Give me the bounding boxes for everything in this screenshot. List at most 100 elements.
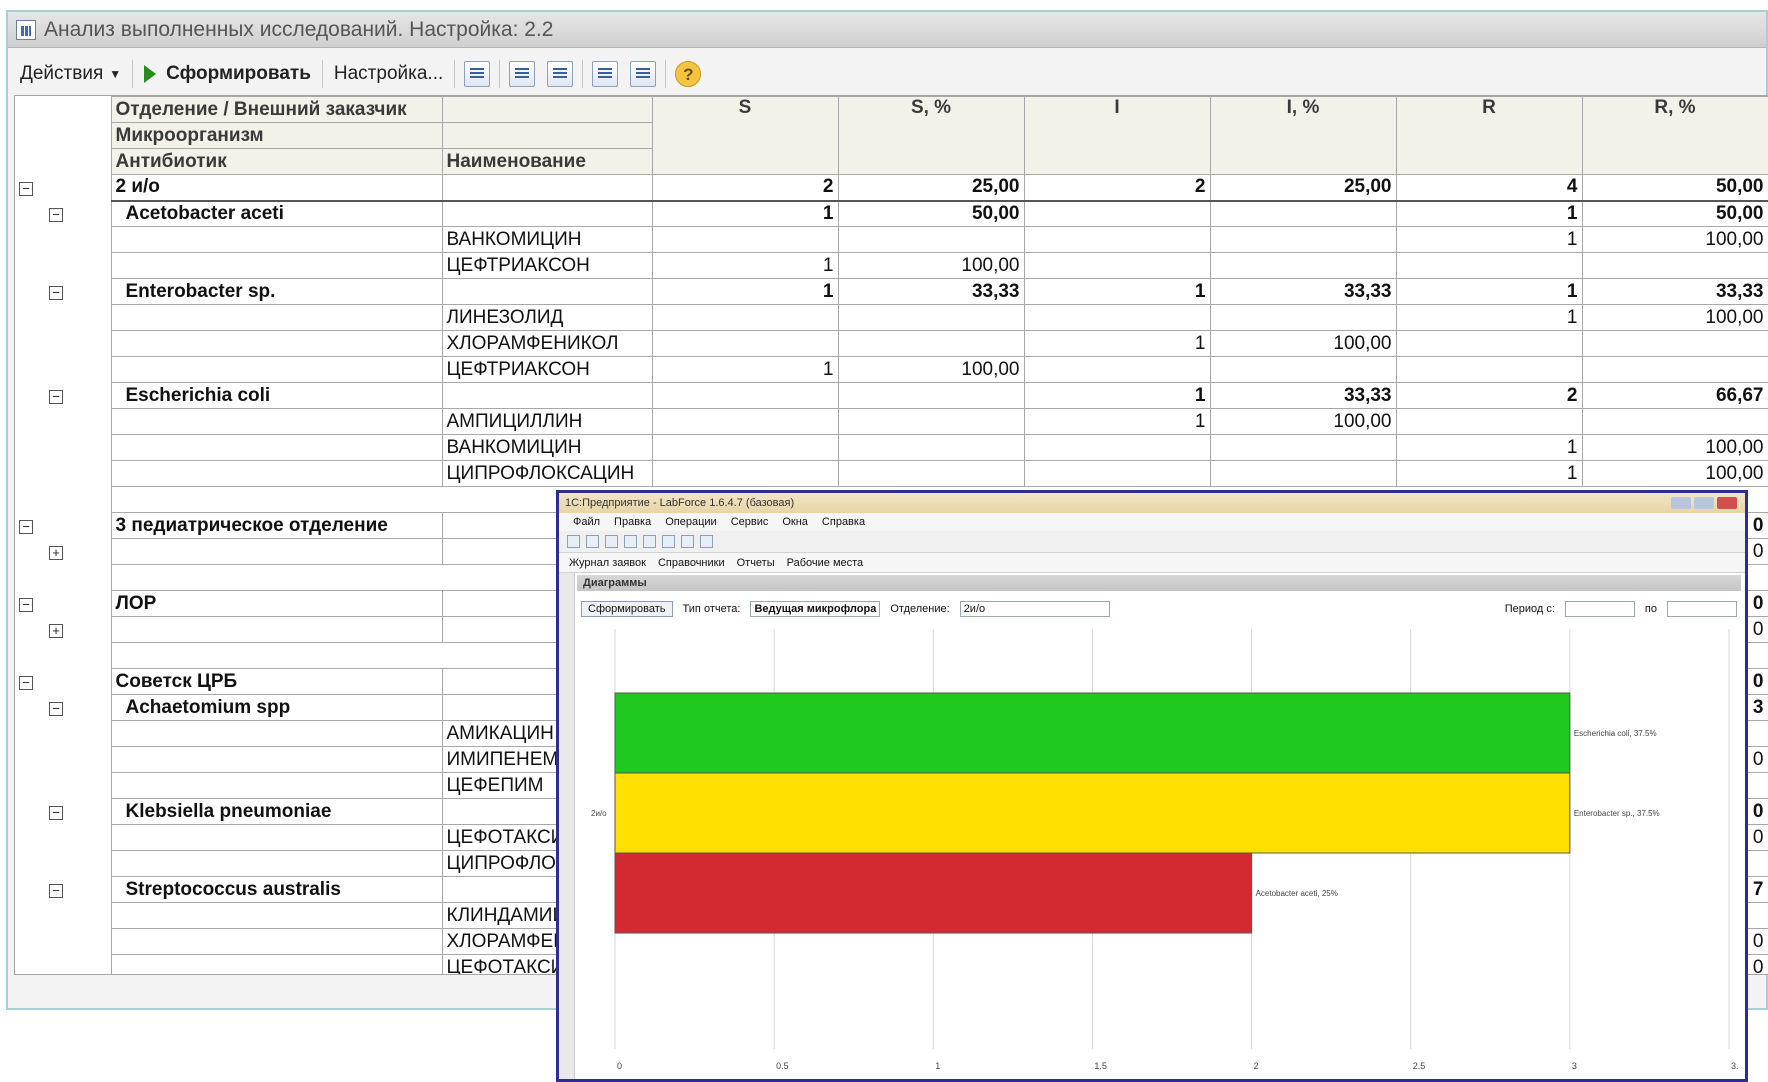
expand-icon[interactable]: + xyxy=(49,623,63,638)
diagram-titlebar: 1С:Предприятие - LabForce 1.6.4.7 (базов… xyxy=(559,493,1745,513)
collapse-icon[interactable]: − xyxy=(19,597,33,612)
diagram-generate-button[interactable]: Сформировать xyxy=(581,601,673,617)
reports-side-panel[interactable] xyxy=(559,573,575,1079)
period-from-label: Период с: xyxy=(1504,603,1555,615)
minimize-icon[interactable] xyxy=(1671,497,1691,509)
collapse-icon[interactable]: − xyxy=(49,805,63,820)
collapse-icon[interactable]: − xyxy=(19,181,33,196)
tree-gutter xyxy=(15,772,112,799)
collapse-icon[interactable]: − xyxy=(49,883,63,898)
table-row[interactable]: ЦИПРОФЛОКСАЦИН 1 100,00 xyxy=(15,460,1768,487)
header-blank xyxy=(441,96,653,123)
group-label xyxy=(110,902,443,929)
expand-icon[interactable]: + xyxy=(49,545,63,560)
value-cell xyxy=(651,304,839,331)
menu-item[interactable]: Правка xyxy=(614,516,651,528)
collapse-icon[interactable]: − xyxy=(49,207,63,222)
maximize-icon[interactable] xyxy=(1694,497,1714,509)
group-label: Achaetomium spp xyxy=(110,694,443,721)
table-row[interactable]: ВАНКОМИЦИН 1 100,00 xyxy=(15,226,1768,253)
tree-gutter xyxy=(15,304,112,331)
value-cell xyxy=(1395,330,1583,357)
table-row[interactable]: ВАНКОМИЦИН 1 100,00 xyxy=(15,434,1768,461)
value-cell xyxy=(1023,252,1211,279)
copy-icon[interactable] xyxy=(643,535,656,548)
grouping-icon[interactable] xyxy=(509,61,536,87)
period-to-input[interactable] xyxy=(1667,601,1737,617)
print-icon[interactable] xyxy=(681,535,694,548)
antibiotic-name: ХЛОРАМФЕНИКОЛ xyxy=(441,330,653,357)
find-icon[interactable] xyxy=(700,535,713,548)
save-icon[interactable] xyxy=(605,535,618,548)
table-icon[interactable] xyxy=(547,61,574,87)
x-tick-label: 0.5 xyxy=(776,1061,789,1071)
x-tick-label: 2.5 xyxy=(1413,1061,1426,1071)
close-icon[interactable] xyxy=(1717,497,1737,509)
diagram-window-title: 1С:Предприятие - LabForce 1.6.4.7 (базов… xyxy=(565,497,795,509)
menu-item[interactable]: Окна xyxy=(782,516,808,528)
value-cell: 1 xyxy=(1395,434,1583,461)
table-row[interactable]: ЦЕФТРИАКСОН 1 100,00 xyxy=(15,252,1768,279)
open-icon[interactable] xyxy=(586,535,599,548)
tree-gutter xyxy=(15,460,112,487)
nav-item-workplaces[interactable]: Рабочие места xyxy=(787,557,864,569)
category-label: 2и/о xyxy=(591,809,607,818)
diagram-toolbar xyxy=(559,531,1745,553)
report-type-select[interactable]: Ведущая микрофлора xyxy=(750,601,881,617)
collapse-icon[interactable]: − xyxy=(49,389,63,404)
nav-item-references[interactable]: Справочники xyxy=(658,557,725,569)
antibiotic-name xyxy=(441,174,653,202)
value-cell: 100,00 xyxy=(1581,304,1768,331)
help-icon[interactable]: ? xyxy=(675,61,702,87)
chart-icon[interactable] xyxy=(464,61,491,87)
table-row[interactable]: ЦЕФТРИАКСОН 1 100,00 xyxy=(15,356,1768,383)
menu-item[interactable]: Сервис xyxy=(731,516,769,528)
table-row[interactable]: ХЛОРАМФЕНИКОЛ 1 100,00 xyxy=(15,330,1768,357)
value-cell xyxy=(1209,434,1397,461)
value-cell: 33,33 xyxy=(1209,382,1397,409)
antibiotic-name: ЦЕФТРИАКСОН xyxy=(441,356,653,383)
group-label xyxy=(110,616,443,643)
collapse-icon[interactable]: − xyxy=(19,519,33,534)
value-cell: 100,00 xyxy=(1581,226,1768,253)
tree-gutter xyxy=(15,200,112,227)
paste-icon[interactable] xyxy=(662,535,675,548)
menu-item[interactable]: Операции xyxy=(665,516,716,528)
value-cell: 1 xyxy=(1023,278,1211,305)
value-cell: 1 xyxy=(1395,278,1583,305)
save-settings-icon[interactable] xyxy=(592,61,619,87)
collapse-icon[interactable]: − xyxy=(49,285,63,300)
table-row[interactable]: 2 и/о 2 25,00 2 25,00 4 50,00 xyxy=(15,174,1768,202)
cut-icon[interactable] xyxy=(624,535,637,548)
value-cell: 1 xyxy=(1023,408,1211,435)
toolbar-divider xyxy=(321,60,323,88)
value-cell: 66,67 xyxy=(1581,382,1768,409)
nav-item-journal[interactable]: Журнал заявок xyxy=(569,557,646,569)
header-blank xyxy=(441,122,653,149)
value-cell: 50,00 xyxy=(1581,200,1768,227)
collapse-icon[interactable]: − xyxy=(49,701,63,716)
table-row[interactable]: ЛИНЕЗОЛИД 1 100,00 xyxy=(15,304,1768,331)
collapse-icon[interactable]: − xyxy=(19,675,33,690)
department-input[interactable]: 2и/о xyxy=(959,601,1110,617)
menu-item[interactable]: Файл xyxy=(573,516,600,528)
new-icon[interactable] xyxy=(567,535,580,548)
value-cell: 100,00 xyxy=(837,252,1025,279)
antibiotic-name: ЛИНЕЗОЛИД xyxy=(441,304,653,331)
menu-item[interactable]: Справка xyxy=(822,516,865,528)
x-tick-label: 3 xyxy=(1572,1061,1577,1071)
actions-menu-button[interactable]: Действия ▼ xyxy=(12,57,129,91)
settings-button[interactable]: Настройка... xyxy=(326,57,451,91)
table-row[interactable]: Enterobacter sp. 1 33,33 1 33,33 1 33,33 xyxy=(15,278,1768,305)
group-label xyxy=(110,226,443,253)
diagram-window[interactable]: 1С:Предприятие - LabForce 1.6.4.7 (базов… xyxy=(556,490,1748,1082)
table-row[interactable]: Escherichia coli 1 33,33 2 66,67 xyxy=(15,382,1768,409)
period-from-input[interactable] xyxy=(1564,601,1635,617)
group-label: Escherichia coli xyxy=(110,382,443,409)
table-row[interactable]: АМПИЦИЛЛИН 1 100,00 xyxy=(15,408,1768,435)
nav-item-reports[interactable]: Отчеты xyxy=(737,557,775,569)
load-settings-icon[interactable] xyxy=(630,61,657,87)
diagram-filter-bar: Сформировать Тип отчета: Ведущая микрофл… xyxy=(581,597,1737,621)
generate-button[interactable]: Сформировать xyxy=(136,57,319,91)
table-row[interactable]: Acetobacter aceti 1 50,00 1 50,00 xyxy=(15,200,1768,227)
